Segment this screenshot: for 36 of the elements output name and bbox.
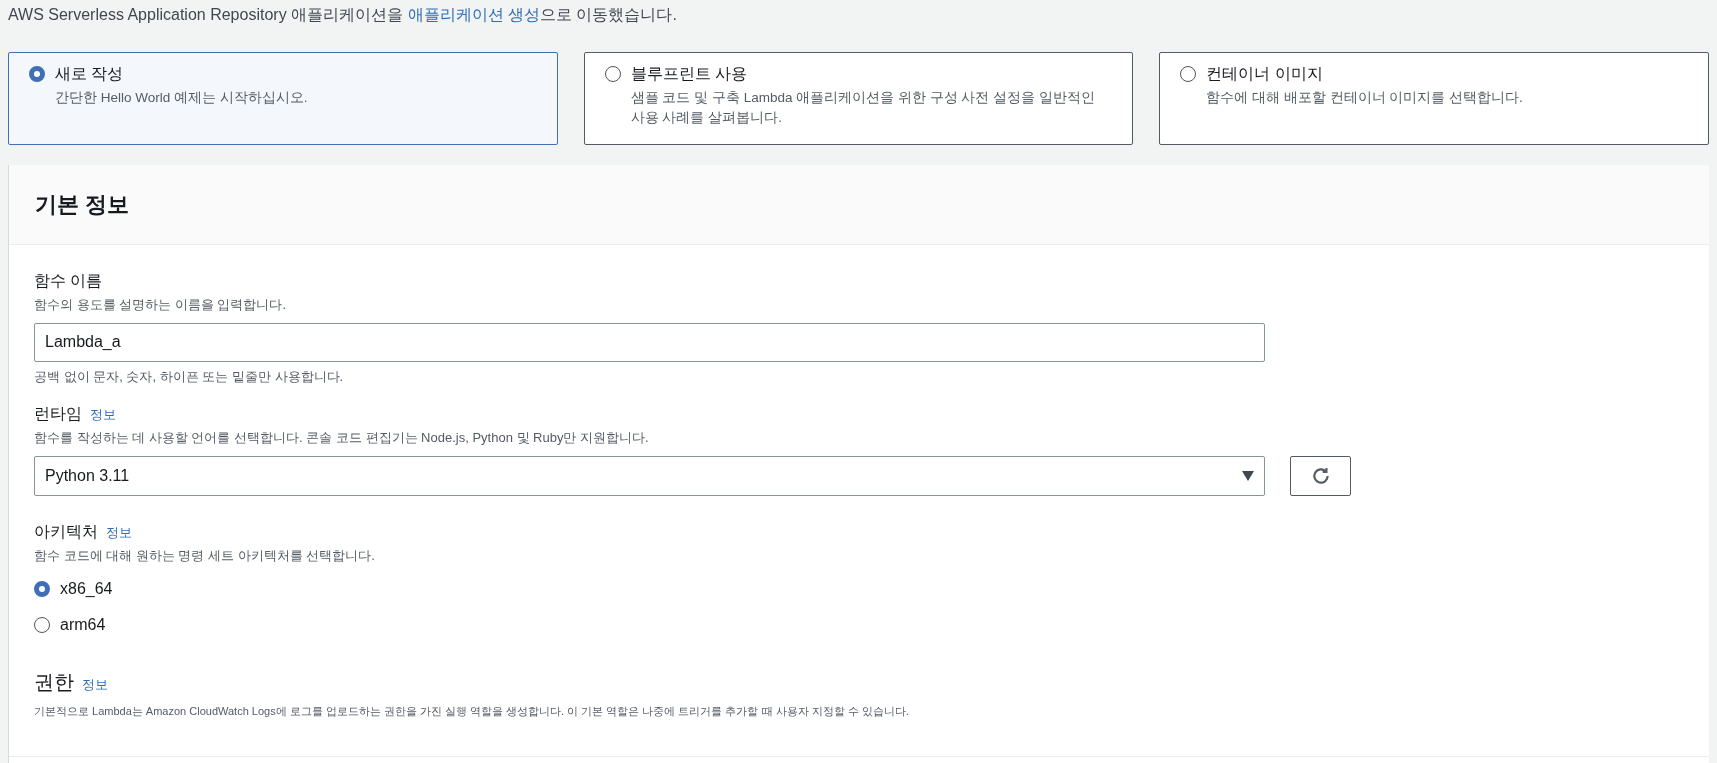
field-description: 함수를 작성하는 데 사용할 언어를 선택합니다. 콘솔 코드 편집기는 Node.js, Python 및 Ruby만 지원합니다. [34, 429, 650, 447]
caret-icon [1242, 470, 1254, 481]
panel-title: 기본 정보 [35, 191, 130, 219]
field-description: 함수 코드에 대해 원하는 명령 세트 아키텍처를 선택합니다. [34, 546, 376, 565]
field-constraint: 공백 없이 문자, 숫자, 하이픈 또는 밑줄만 사용합니다. [34, 367, 345, 386]
option-description: 간단한 Hello World 예제는 시작하십시오. [55, 89, 308, 107]
option-title: 새로 작성 [55, 64, 125, 84]
runtime-select[interactable]: Python 3.11 [34, 455, 1265, 496]
field-description: 함수의 용도를 설명하는 이름을 입력합니다. [34, 296, 288, 314]
info-link[interactable]: 정보 [82, 675, 108, 695]
notice-text: AWS Serverless Application Repository 애플리케이션을 애플리케이션 생성으로 이동했습니다. [7, 5, 678, 25]
refresh-icon [1310, 465, 1331, 486]
section-title: 권한 [34, 670, 74, 695]
option-card[interactable]: 블루프린트 사용 샘플 코드 및 구축 Lambda 애플리케이션을 위한 구성 사전 설정을 일반적인 사용 사례를 살펴봅니다. [583, 52, 1134, 145]
radio-label: arm64 [60, 615, 106, 635]
radio-button[interactable] [604, 66, 621, 82]
option-title: 컨테이너 이미지 [1206, 64, 1324, 84]
info-link[interactable]: 정보 [106, 522, 132, 542]
option-card[interactable]: 새로 작성 간단한 Hello World 예제는 시작하십시오. [8, 52, 558, 145]
refresh-button[interactable] [1290, 455, 1351, 496]
option-card[interactable]: 컨테이너 이미지 함수에 대해 배포할 컨테이너 이미지를 선택합니다. [1159, 52, 1709, 145]
create-application-link[interactable]: 애플리케이션 생성 [407, 6, 540, 23]
field-label: 함수 이름 [34, 271, 104, 291]
field-label: 런타임 [34, 404, 82, 424]
option-title: 블루프린트 사용 [630, 64, 749, 84]
radio-button[interactable] [34, 617, 50, 633]
radio-label: x86_64 [60, 579, 113, 599]
radio-button[interactable] [29, 66, 45, 82]
radio-button[interactable] [1180, 66, 1197, 82]
info-link[interactable]: 정보 [90, 405, 116, 425]
option-description: 함수에 대해 배포할 컨테이너 이미지를 선택합니다. [1206, 89, 1523, 107]
field-label: 아키텍처 [34, 521, 98, 542]
function-name-input[interactable]: Lambda_a [34, 322, 1265, 362]
option-description: 샘플 코드 및 구축 Lambda 애플리케이션을 위한 구성 사전 설정을 일반적인 사용 사례를 살펴봅니다. [630, 89, 1096, 127]
section-description: 기본적으로 Lambda는 Amazon CloudWatch Logs에 로그를 업로드하는 권한을 가진 실행 역할을 생성합니다. 이 기본 역할은 나중에 트리거를 추가할 때 사용자 지정할 수 있습니다. [34, 704, 910, 719]
radio-button[interactable] [34, 581, 50, 597]
